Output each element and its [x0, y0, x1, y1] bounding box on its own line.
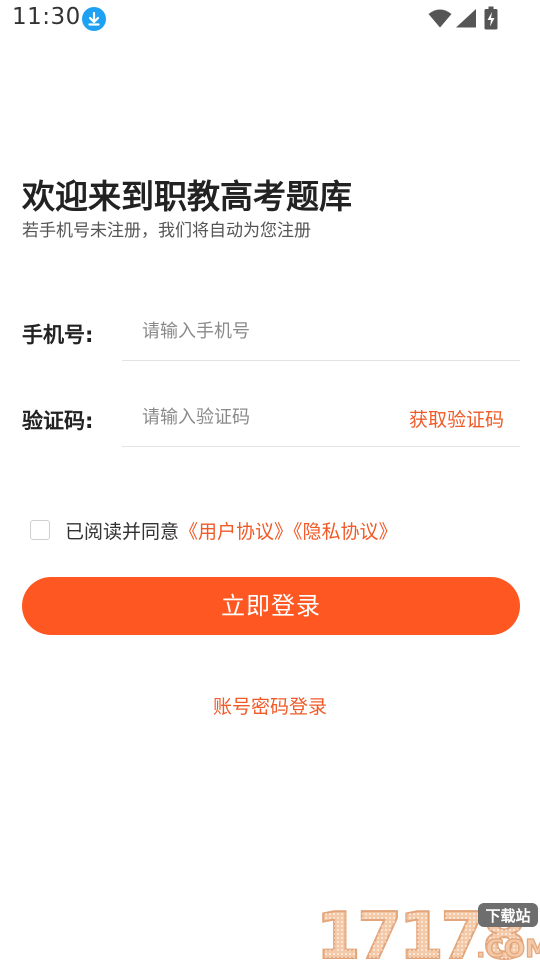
download-icon: [82, 7, 106, 31]
phone-label: 手机号:: [22, 323, 94, 347]
watermark-tag: 下载站: [485, 907, 530, 925]
watermark-suffix: .COM: [476, 934, 540, 960]
phone-input[interactable]: [122, 303, 520, 361]
page-subtitle: 若手机号未注册，我们将自动为您注册: [22, 221, 311, 241]
phone-row: 手机号:: [22, 303, 520, 363]
account-password-login-link[interactable]: 账号密码登录: [0, 692, 540, 719]
site-watermark-logo: 17178 17178 下载站 .COM: [316, 900, 540, 960]
wifi-icon: [428, 9, 452, 28]
status-bar: 11:30: [0, 0, 540, 38]
status-time: 11:30: [12, 4, 81, 30]
login-button[interactable]: 立即登录: [22, 577, 520, 635]
code-label: 验证码:: [22, 409, 94, 433]
agreement-text: 已阅读并同意《用户协议》《隐私协议》: [65, 517, 398, 544]
agreement-prefix: 已阅读并同意: [65, 521, 180, 543]
get-code-button[interactable]: 获取验证码: [409, 405, 504, 432]
privacy-policy-link[interactable]: 《隐私协议》: [293, 521, 398, 543]
agreement-checkbox[interactable]: [30, 520, 50, 540]
signal-icon: [456, 9, 476, 28]
user-agreement-link[interactable]: 《用户协议》: [179, 521, 293, 543]
battery-charging-icon: [484, 6, 498, 30]
page-title: 欢迎来到职教高考题库: [22, 177, 352, 216]
code-row: 验证码: 获取验证码: [22, 389, 520, 449]
